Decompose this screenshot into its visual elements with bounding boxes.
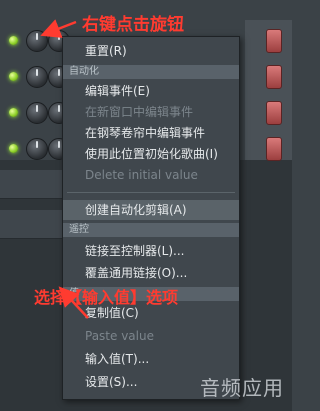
arrow-to-knob-icon bbox=[40, 19, 77, 38]
annotation-arrows bbox=[40, 19, 89, 319]
watermark-text: 音频应用 bbox=[200, 376, 284, 400]
annotation-select-type-value: 选择【输入值】选项 bbox=[34, 288, 179, 307]
annotation-right-click-knob: 右键点击旋钮 bbox=[82, 15, 184, 35]
